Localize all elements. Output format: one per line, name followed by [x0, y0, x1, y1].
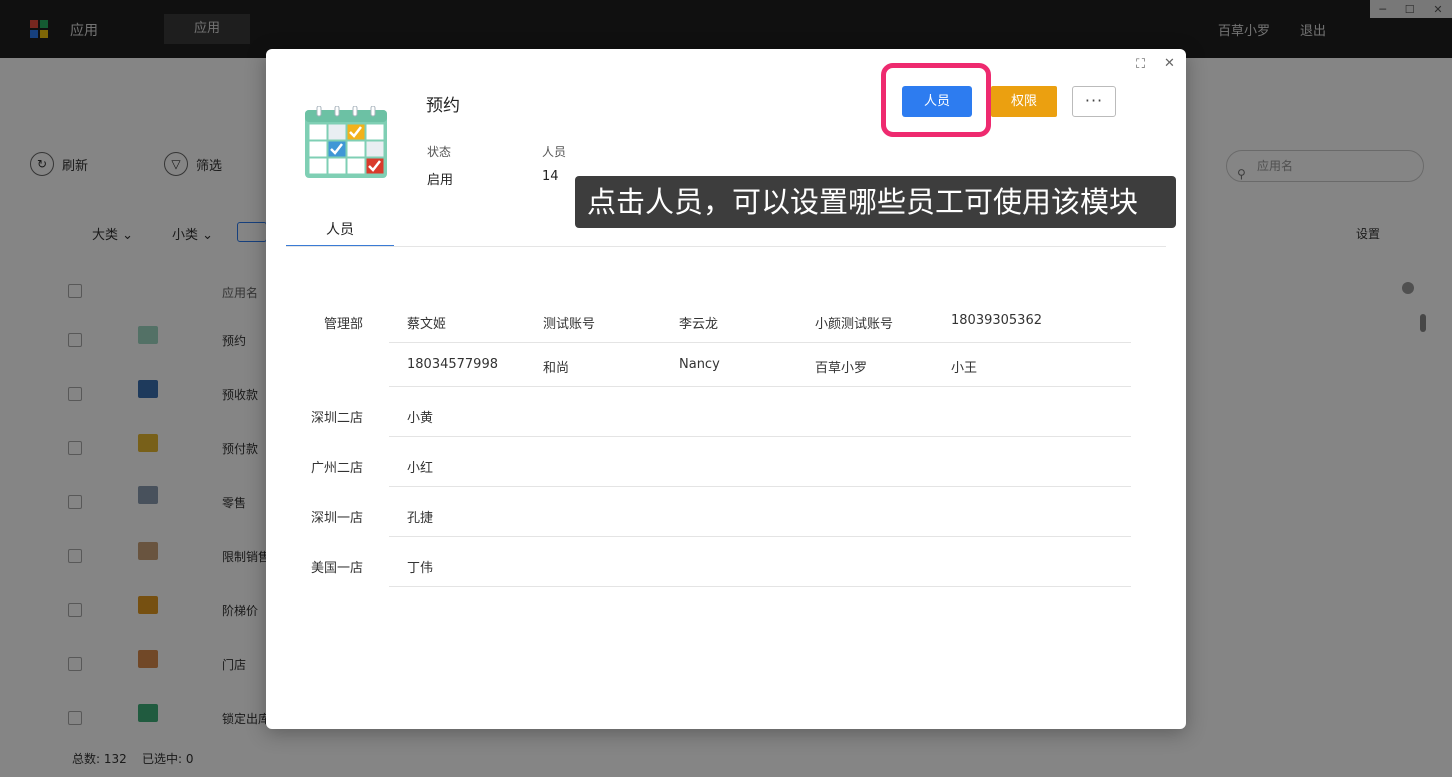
member-name: 小红 — [407, 461, 434, 476]
close-icon[interactable]: ✕ — [1164, 56, 1175, 71]
people-button[interactable]: 人员 — [902, 86, 972, 117]
tab-people[interactable]: 人员 — [286, 215, 394, 247]
row-divider — [389, 342, 1131, 343]
modal-title: 预约 — [426, 96, 460, 116]
fullscreen-icon[interactable]: ⛶ — [1136, 57, 1145, 72]
status-value: 启用 — [427, 173, 454, 188]
permission-button[interactable]: 权限 — [991, 86, 1057, 117]
row-divider — [389, 536, 1131, 537]
department-name: 深圳一店 — [310, 511, 363, 526]
member-name: 李云龙 — [679, 317, 719, 332]
row-divider — [389, 586, 1131, 587]
tab-divider — [286, 246, 1166, 247]
more-button[interactable]: ··· — [1072, 86, 1116, 117]
row-divider — [389, 486, 1131, 487]
calendar-app-icon — [305, 106, 387, 178]
row-divider — [389, 386, 1131, 387]
status-label: 状态 — [427, 145, 452, 159]
member-name: 蔡文姬 — [407, 317, 447, 332]
people-count-value: 14 — [542, 169, 559, 184]
instruction-tooltip: 点击人员，可以设置哪些员工可使用该模块 — [575, 176, 1176, 228]
department-name: 深圳二店 — [310, 411, 363, 426]
member-name: 18039305362 — [951, 313, 1042, 328]
department-name: 广州二店 — [310, 461, 363, 476]
department-name: 管理部 — [323, 317, 363, 332]
people-count-label: 人员 — [542, 145, 567, 159]
member-name: 丁伟 — [407, 561, 434, 576]
member-name: 小黄 — [407, 411, 434, 426]
row-divider — [389, 436, 1131, 437]
member-name: Nancy — [679, 357, 720, 372]
member-name: 测试账号 — [543, 317, 596, 332]
member-name: 和尚 — [543, 361, 570, 376]
member-name: 小王 — [951, 361, 978, 376]
member-name: 百草小罗 — [815, 361, 868, 376]
member-name: 18034577998 — [407, 357, 498, 372]
member-name: 孔捷 — [407, 511, 434, 526]
member-name: 小颜测试账号 — [815, 317, 894, 332]
app-detail-modal: ⛶ ✕ 预约 状态 启用 人员 14 人员 权限 ··· 点击人员，可以设置哪些… — [266, 49, 1186, 729]
department-name: 美国一店 — [310, 561, 363, 576]
